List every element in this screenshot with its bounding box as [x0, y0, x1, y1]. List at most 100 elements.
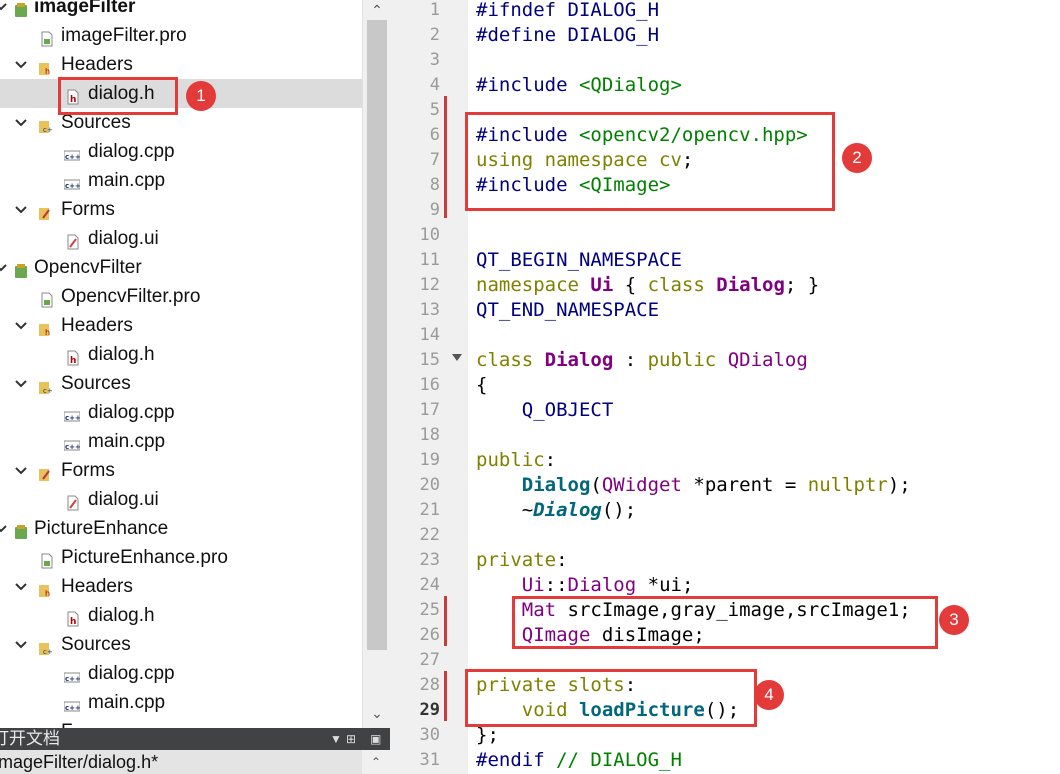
- tree-item[interactable]: h Headers: [0, 311, 362, 340]
- tree-item[interactable]: OpencvFilter.pro: [0, 282, 362, 311]
- line-number: 29: [419, 700, 440, 720]
- code-token: QT_BEGIN_NAMESPACE: [476, 249, 682, 271]
- svg-text:c++: c++: [65, 153, 80, 161]
- tree-item-label: main.cpp: [88, 431, 166, 452]
- code-token: Dialog: [567, 574, 637, 596]
- code-line[interactable]: {: [476, 373, 487, 398]
- line-number: 30: [419, 725, 440, 745]
- code-token: private: [476, 549, 557, 571]
- tree-item[interactable]: dialog.ui: [0, 224, 362, 253]
- tree-item[interactable]: h dialog.h: [0, 340, 362, 369]
- chevron-down-icon[interactable]: [14, 464, 28, 478]
- code-token: *parent =: [681, 474, 808, 496]
- tree-item-label: dialog.h: [88, 605, 155, 626]
- open-docs-scroll-up-icon[interactable]: ⌃: [362, 750, 390, 774]
- tree-item[interactable]: F...: [0, 717, 362, 728]
- scroll-up-icon[interactable]: ⌃: [363, 0, 391, 20]
- line-number: 27: [419, 650, 440, 670]
- split-icon[interactable]: ⊞: [346, 728, 356, 750]
- code-token: namespace: [476, 274, 591, 296]
- tree-item[interactable]: h Headers: [0, 572, 362, 601]
- chevron-down-icon[interactable]: [14, 580, 28, 594]
- tree-item[interactable]: PictureEnhance: [0, 514, 362, 543]
- svg-text:c+: c+: [43, 126, 52, 134]
- code-line[interactable]: #define DIALOG_H: [476, 23, 659, 48]
- highlight-box-2: [465, 112, 835, 211]
- tree-item[interactable]: c++ dialog.cpp: [0, 659, 362, 688]
- headers-folder-icon: h: [38, 56, 52, 76]
- chevron-down-icon[interactable]: [14, 58, 28, 72]
- code-token: QDialog: [727, 349, 808, 371]
- code-line[interactable]: private:: [476, 548, 568, 573]
- code-line[interactable]: #ifndef DIALOG_H: [476, 0, 659, 23]
- tree-item[interactable]: h dialog.h: [0, 601, 362, 630]
- chevron-down-icon[interactable]: [14, 377, 28, 391]
- tree-item[interactable]: c++ main.cpp: [0, 427, 362, 456]
- tree-item[interactable]: imageFilter: [0, 0, 362, 21]
- chevron-down-icon[interactable]: [14, 203, 28, 217]
- code-line[interactable]: #endif // DIALOG_H: [476, 748, 682, 773]
- tree-item[interactable]: OpencvFilter: [0, 253, 362, 282]
- code-line[interactable]: Ui::Dialog *ui;: [476, 573, 694, 598]
- tree-item[interactable]: Forms: [0, 456, 362, 485]
- code-line[interactable]: public:: [476, 448, 556, 473]
- tree-item-label: Forms: [61, 199, 115, 220]
- fold-arrow-icon[interactable]: [452, 354, 462, 361]
- tree-item-label: F...: [61, 717, 86, 728]
- tree-item[interactable]: c+ Sources: [0, 630, 362, 659]
- code-token: nullptr: [807, 474, 888, 496]
- dropdown-arrow-icon[interactable]: ▼: [330, 728, 342, 750]
- tree-item[interactable]: h dialog.h: [0, 79, 362, 108]
- tree-item[interactable]: c++ main.cpp: [0, 166, 362, 195]
- tree-scrollbar[interactable]: ⌃ ⌄: [362, 0, 391, 728]
- tree-item[interactable]: c++ dialog.cpp: [0, 398, 362, 427]
- tree-item[interactable]: Forms: [0, 195, 362, 224]
- code-line[interactable]: class Dialog : public QDialog: [476, 348, 808, 373]
- code-line[interactable]: namespace Ui { class Dialog; }: [476, 273, 819, 298]
- tree-item[interactable]: h Headers: [0, 50, 362, 79]
- tree-item[interactable]: c+ Sources: [0, 108, 362, 137]
- ui-file-icon: [66, 491, 80, 511]
- chevron-down-icon[interactable]: [0, 522, 8, 536]
- code-line[interactable]: Dialog(QWidget *parent = nullptr);: [476, 473, 911, 498]
- tree-item-label: PictureEnhance: [34, 518, 169, 539]
- scrollbar-thumb[interactable]: [367, 20, 387, 650]
- code-token: class: [476, 349, 545, 371]
- scroll-down-icon[interactable]: ⌄: [363, 703, 391, 723]
- line-number: 8: [429, 175, 440, 195]
- open-document-item[interactable]: imageFilter/dialog.h*: [0, 750, 158, 774]
- tree-item-label: Sources: [61, 373, 131, 394]
- tree-item-label: dialog.cpp: [88, 663, 175, 684]
- chevron-down-icon[interactable]: [0, 261, 8, 275]
- close-pane-icon[interactable]: ▣: [370, 728, 381, 750]
- chevron-down-icon[interactable]: [0, 0, 8, 14]
- chevron-down-icon[interactable]: [14, 638, 28, 652]
- code-line[interactable]: ~Dialog();: [476, 498, 636, 523]
- tree-item-label: PictureEnhance.pro: [61, 547, 228, 568]
- code-line[interactable]: QT_BEGIN_NAMESPACE: [476, 248, 682, 273]
- code-line[interactable]: #include <QDialog>: [476, 73, 682, 98]
- tree-item[interactable]: imageFilter.pro: [0, 21, 362, 50]
- chevron-down-icon[interactable]: [14, 116, 28, 130]
- svg-text:h: h: [45, 328, 50, 337]
- tree-item[interactable]: c+ Sources: [0, 369, 362, 398]
- pro-file-icon: [40, 549, 54, 569]
- code-line[interactable]: Q_OBJECT: [476, 398, 614, 423]
- line-number: 16: [419, 375, 440, 395]
- tree-item-label: dialog.ui: [88, 228, 159, 249]
- tree-item[interactable]: c++ dialog.cpp: [0, 137, 362, 166]
- tree-item[interactable]: c++ main.cpp: [0, 688, 362, 717]
- code-token: Dialog: [533, 499, 602, 521]
- tree-item[interactable]: PictureEnhance.pro: [0, 543, 362, 572]
- line-number: 23: [419, 550, 440, 570]
- open-documents-header: 打开文档 ▼ ⊞ ▣: [0, 728, 390, 750]
- code-token: ::: [544, 574, 568, 596]
- code-line[interactable]: QT_END_NAMESPACE: [476, 298, 659, 323]
- line-number: 22: [419, 525, 440, 545]
- chevron-down-icon[interactable]: [14, 319, 28, 333]
- tree-item[interactable]: dialog.ui: [0, 485, 362, 514]
- annotation-badge-2: 2: [842, 143, 872, 173]
- svg-text:c++: c++: [65, 704, 80, 712]
- annotation-badge-1: 1: [186, 81, 216, 111]
